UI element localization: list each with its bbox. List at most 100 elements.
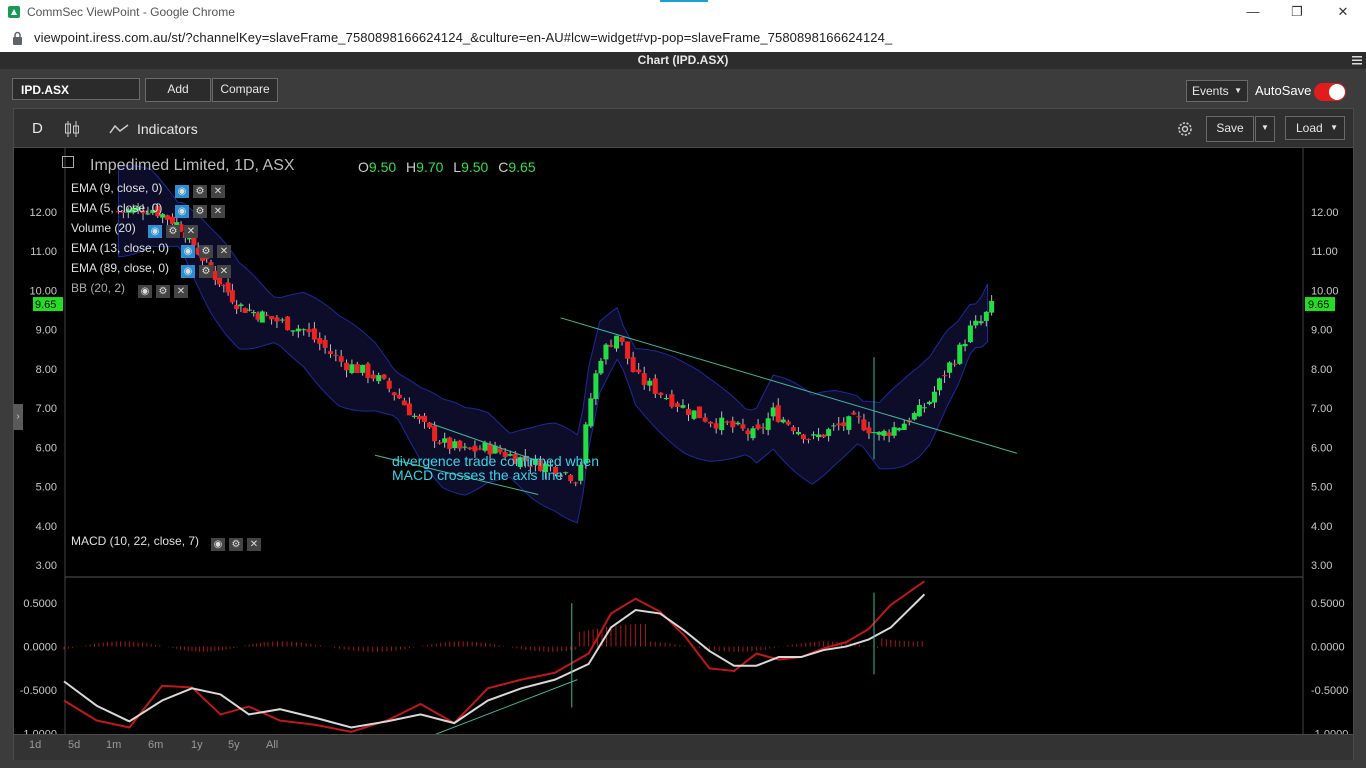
study-bb[interactable]: BB (20, 2) <box>71 281 125 295</box>
candle-body <box>406 403 412 416</box>
save-button[interactable]: Save <box>1206 116 1254 142</box>
study-ema-9[interactable]: EMA (9, close, 0) <box>71 181 162 195</box>
url-text[interactable]: viewpoint.iress.com.au/st/?channelKey=sl… <box>34 30 892 45</box>
load-dropdown[interactable]: Load ▼ <box>1285 116 1345 140</box>
close-value: 9.65 <box>508 159 536 175</box>
add-button[interactable]: Add <box>145 78 211 102</box>
compare-button[interactable]: Compare <box>212 78 278 102</box>
minimize-icon[interactable]: — <box>1238 2 1268 22</box>
save-options-chevron-icon[interactable]: ▼ <box>1255 116 1275 142</box>
study-close-icon[interactable]: ✕ <box>217 265 231 278</box>
range-button-6m[interactable]: 6m <box>148 739 163 751</box>
candle-body <box>386 380 392 389</box>
candle-body <box>800 434 806 440</box>
range-button-1d[interactable]: 1d <box>29 739 41 751</box>
study-close-icon[interactable]: ✕ <box>211 205 225 218</box>
study-close-icon[interactable]: ✕ <box>184 225 198 238</box>
candle-body <box>989 300 995 313</box>
candle-body <box>477 448 483 450</box>
candle-body <box>432 425 438 442</box>
study-eye-icon[interactable]: ◉ <box>138 285 152 298</box>
candle-body <box>730 420 736 428</box>
period-button[interactable]: D <box>32 120 43 137</box>
symbol-input[interactable]: IPD.ASX <box>12 78 140 100</box>
study-close-icon[interactable]: ✕ <box>211 185 225 198</box>
candle-body <box>422 415 428 422</box>
study-ema-13[interactable]: EMA (13, close, 0) <box>71 241 169 255</box>
range-button-5d[interactable]: 5d <box>68 739 80 751</box>
candle-body <box>462 446 468 448</box>
macd-axis-label-right: 0.5000 <box>1311 598 1345 610</box>
sidebar-expand-icon[interactable]: › <box>13 404 23 430</box>
candle-body <box>967 325 973 343</box>
indicators-icon[interactable] <box>109 122 129 136</box>
price-axis-label-left: 5.00 <box>36 482 57 494</box>
study-settings-icon[interactable]: ⚙ <box>199 265 213 278</box>
range-button-1y[interactable]: 1y <box>191 739 203 751</box>
gear-icon[interactable] <box>1175 119 1195 139</box>
study-settings-icon[interactable]: ⚙ <box>229 538 243 551</box>
study-settings-icon[interactable]: ⚙ <box>166 225 180 238</box>
collapse-legend-icon[interactable] <box>62 156 74 168</box>
window-menu-icon[interactable] <box>1352 55 1362 65</box>
candle-body <box>952 363 958 365</box>
address-bar[interactable]: viewpoint.iress.com.au/st/?channelKey=sl… <box>0 24 1366 53</box>
indicators-button[interactable]: Indicators <box>137 121 198 137</box>
price-axis-label-right: 4.00 <box>1311 521 1332 533</box>
study-settings-icon[interactable]: ⚙ <box>193 185 207 198</box>
study-eye-icon[interactable]: ◉ <box>211 538 225 551</box>
study-eye-icon[interactable]: ◉ <box>175 185 189 198</box>
annotation-line-2: MACD crosses the axis line <box>392 467 564 483</box>
candle-body <box>411 415 417 417</box>
range-button-1m[interactable]: 1m <box>106 739 121 751</box>
candle-body <box>322 339 328 348</box>
candle-body <box>354 364 360 373</box>
close-label: C <box>498 159 509 175</box>
study-close-icon[interactable]: ✕ <box>247 538 261 551</box>
study-ema-5[interactable]: EMA (5, close, 0) <box>71 201 162 215</box>
chart-window-header: Chart (IPD.ASX) <box>0 52 1366 69</box>
study-eye-icon[interactable]: ◉ <box>175 205 189 218</box>
events-dropdown[interactable]: Events ▼ <box>1186 80 1248 102</box>
candlestick-type-icon[interactable] <box>64 120 80 138</box>
candle-body <box>317 337 323 344</box>
study-settings-icon[interactable]: ⚙ <box>156 285 170 298</box>
study-settings-icon[interactable]: ⚙ <box>193 205 207 218</box>
close-window-icon[interactable]: ✕ <box>1328 2 1358 22</box>
candle-body <box>816 434 822 438</box>
study-volume[interactable]: Volume (20) <box>71 221 136 235</box>
candle-body <box>647 380 653 386</box>
study-settings-icon[interactable]: ⚙ <box>199 245 213 258</box>
range-button-all[interactable]: All <box>266 739 278 751</box>
candle-body <box>482 442 488 451</box>
macd-axis-label-right: 0.0000 <box>1311 642 1345 654</box>
autosave-label: AutoSave <box>1255 83 1312 98</box>
study-close-icon[interactable]: ✕ <box>174 285 188 298</box>
chevron-down-icon: ▼ <box>1330 123 1338 132</box>
candle-body <box>861 419 867 431</box>
candle-body <box>365 363 371 378</box>
candle-body <box>221 284 227 286</box>
lock-icon[interactable] <box>12 31 23 45</box>
chart-canvas[interactable]: 12.00 12.00 11.00 11.00 10.00 10.00 9.00 9.00 8.… <box>14 148 1353 734</box>
range-button-5y[interactable]: 5y <box>228 739 240 751</box>
candle-body <box>396 394 402 399</box>
autosave-toggle[interactable] <box>1314 83 1346 101</box>
restore-icon[interactable]: ❐ <box>1282 2 1312 22</box>
candle-body <box>697 406 703 419</box>
study-close-icon[interactable]: ✕ <box>217 245 231 258</box>
study-eye-icon[interactable]: ◉ <box>148 225 162 238</box>
study-eye-icon[interactable]: ◉ <box>181 245 195 258</box>
candle-body <box>472 445 478 452</box>
candle-body <box>735 422 741 425</box>
candle-body <box>391 392 397 396</box>
study-ema-89[interactable]: EMA (89, close, 0) <box>71 261 169 275</box>
candle-body <box>851 412 857 415</box>
candle-body <box>641 373 647 385</box>
study-eye-icon[interactable]: ◉ <box>181 265 195 278</box>
candle-body <box>663 398 669 400</box>
price-axis-label-left: 4.00 <box>36 521 57 533</box>
study-macd[interactable]: MACD (10, 22, close, 7) <box>71 534 199 548</box>
candle-body <box>821 434 827 438</box>
price-axis-label-left: 10.00 <box>29 285 57 297</box>
